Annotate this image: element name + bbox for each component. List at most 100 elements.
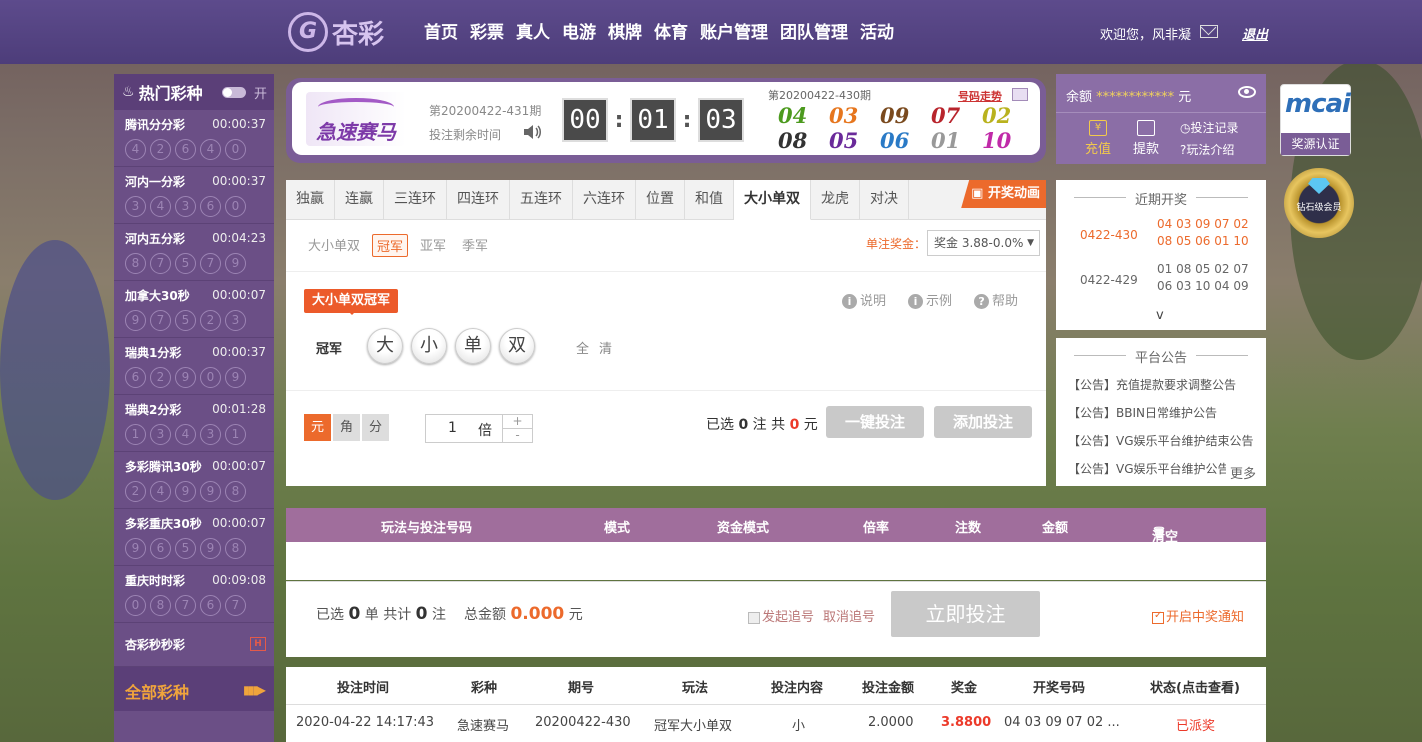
quick-bet-button[interactable]: 一键投注 xyxy=(826,406,924,438)
bet-record-link[interactable]: ◷投注记录 xyxy=(1180,119,1239,136)
divider xyxy=(286,390,1046,391)
sidebar-item-xingcai-second[interactable]: 杏彩秒秒彩 H xyxy=(114,623,274,667)
draw-animation-button[interactable]: ▣ 开奖动画 xyxy=(961,180,1046,208)
cell-status[interactable]: 已派奖 xyxy=(1176,715,1215,734)
sidebar-lottery-item[interactable]: 河内五分彩 00:04:23 8 7 5 7 9 xyxy=(114,224,274,281)
ball-small[interactable]: 小 xyxy=(411,328,447,364)
plus-button[interactable]: + xyxy=(503,415,532,429)
col-play: 玩法与投注号码 xyxy=(381,521,473,536)
unit-fen[interactable]: 分 xyxy=(362,414,389,441)
help-explain[interactable]: i 说明 xyxy=(842,290,886,309)
sidebar-lottery-item[interactable]: 瑞典1分彩 00:00:37 6 2 9 0 9 xyxy=(114,338,274,395)
unit-jiao[interactable]: 角 xyxy=(333,414,360,441)
nav-slots[interactable]: 电游 xyxy=(558,18,604,43)
notice-item[interactable]: 【公告】VG娱乐平台维护公告 xyxy=(1068,460,1230,477)
nav-sports[interactable]: 体育 xyxy=(650,18,696,43)
sidebar-lottery-item[interactable]: 腾讯分分彩 00:00:37 4 2 6 4 0 xyxy=(114,110,274,167)
minus-button[interactable]: - xyxy=(503,429,532,442)
notice-panel: 平台公告 【公告】充值提款要求调整公告 【公告】BBIN日常维护公告 【公告】V… xyxy=(1056,338,1266,486)
charge-button[interactable]: ¥ 充值 xyxy=(1078,120,1118,157)
nav-live[interactable]: 真人 xyxy=(512,18,558,43)
result-ball: 4 xyxy=(175,424,196,445)
tab-play[interactable]: 对决 xyxy=(860,180,909,220)
tab-play[interactable]: 独赢 xyxy=(286,180,335,220)
recent-period: 0422-429 xyxy=(1080,273,1138,287)
trend-link[interactable]: 号码走势 xyxy=(958,88,1002,104)
draw-number: 01 xyxy=(931,128,961,153)
multiplier-stepper[interactable]: 1 倍 + - xyxy=(425,414,533,443)
sidebar-lottery-item[interactable]: 加拿大30秒 00:00:07 9 7 5 2 3 xyxy=(114,281,274,338)
tab-play[interactable]: 连赢 xyxy=(335,180,384,220)
balance-unit: 元 xyxy=(1178,90,1192,105)
question-icon: ? xyxy=(974,294,990,309)
play-intro-link[interactable]: ?玩法介绍 xyxy=(1180,141,1234,158)
certification-badge[interactable]: mcai 奖源认证 xyxy=(1280,84,1351,156)
tab-play[interactable]: 大小单双 xyxy=(734,180,811,220)
notify-checkbox[interactable]: 开启中奖通知 xyxy=(1152,606,1244,625)
tab-play[interactable]: 六连环 xyxy=(573,180,636,220)
tab-play[interactable]: 三连环 xyxy=(384,180,447,220)
sidebar-lottery-item[interactable]: 瑞典2分彩 00:01:28 1 3 4 3 1 xyxy=(114,395,274,452)
cancel-chase-link[interactable]: 取消追号 xyxy=(823,606,875,625)
help-example[interactable]: i 示例 xyxy=(908,290,952,309)
all-lotteries-button[interactable]: 全部彩种 ▮▮▮▶ xyxy=(114,667,274,711)
bet-now-button[interactable]: 立即投注 xyxy=(891,591,1040,637)
balance-label: 余额 xyxy=(1066,90,1093,105)
notice-item[interactable]: 【公告】充值提款要求调整公告 xyxy=(1068,376,1236,393)
subtab[interactable]: 大小单双 xyxy=(304,234,364,257)
withdraw-button[interactable]: 提款 xyxy=(1126,120,1166,157)
sidebar-lottery-item[interactable]: 多彩腾讯30秒 00:00:07 2 4 9 9 8 xyxy=(114,452,274,509)
unit-yuan[interactable]: 元 xyxy=(304,414,331,441)
subtab[interactable]: 季军 xyxy=(458,234,492,257)
nav-home[interactable]: 首页 xyxy=(420,18,466,43)
help-label: 示例 xyxy=(926,294,953,309)
help-help[interactable]: ? 帮助 xyxy=(974,290,1018,309)
subtab[interactable]: 冠军 xyxy=(372,234,409,257)
timer-minutes: 01 xyxy=(630,98,676,142)
tab-play[interactable]: 龙虎 xyxy=(811,180,860,220)
tab-play[interactable]: 五连环 xyxy=(510,180,573,220)
site-logo[interactable]: G 杏彩 xyxy=(288,12,398,52)
ball-even[interactable]: 双 xyxy=(499,328,535,364)
speaker-icon[interactable] xyxy=(522,122,544,142)
result-ball: 3 xyxy=(225,310,246,331)
recent-period: 0422-430 xyxy=(1080,228,1138,242)
sidebar-lottery-item[interactable]: 重庆时时彩 00:09:08 0 8 7 6 7 xyxy=(114,566,274,623)
sidebar-lottery-item[interactable]: 河内一分彩 00:00:37 3 4 3 6 0 xyxy=(114,167,274,224)
nav-account[interactable]: 账户管理 xyxy=(696,18,776,43)
nav-events[interactable]: 活动 xyxy=(856,18,902,43)
hot-toggle[interactable] xyxy=(222,87,246,98)
prize-label: 单注奖金： xyxy=(866,237,927,251)
tab-play[interactable]: 位置 xyxy=(636,180,685,220)
col-lottery: 彩种 xyxy=(471,681,498,696)
ball-big[interactable]: 大 xyxy=(367,328,403,364)
logout-link[interactable]: 退出 xyxy=(1242,24,1268,43)
all-clear-buttons[interactable]: 全清 xyxy=(576,338,622,357)
col-rate: 倍率 xyxy=(863,521,890,536)
chase-checkbox[interactable]: 发起追号 xyxy=(748,606,814,625)
nav-team[interactable]: 团队管理 xyxy=(776,18,856,43)
lottery-countdown: 00:00:37 xyxy=(212,345,266,359)
result-ball: 9 xyxy=(225,367,246,388)
nav-cards[interactable]: 棋牌 xyxy=(604,18,650,43)
mail-icon[interactable] xyxy=(1200,25,1218,38)
result-ball: 6 xyxy=(125,367,146,388)
notice-item[interactable]: 【公告】BBIN日常维护公告 xyxy=(1068,404,1217,421)
prize-select[interactable]: 奖金 3.88-0.0% xyxy=(927,230,1040,256)
notice-item[interactable]: 【公告】VG娱乐平台维护结束公告 xyxy=(1068,432,1254,449)
result-ball: 8 xyxy=(225,481,246,502)
vip-label: 钻石级会员 xyxy=(1296,203,1342,213)
tab-play[interactable]: 和值 xyxy=(685,180,734,220)
add-bet-button[interactable]: 添加投注 xyxy=(934,406,1032,438)
chevron-down-icon[interactable]: v xyxy=(1156,308,1164,323)
chart-icon[interactable] xyxy=(1012,88,1028,101)
sidebar-lottery-item[interactable]: 多彩重庆30秒 00:00:07 9 6 5 9 8 xyxy=(114,509,274,566)
tab-play[interactable]: 四连环 xyxy=(447,180,510,220)
result-ball: 0 xyxy=(200,367,221,388)
eye-icon[interactable] xyxy=(1238,86,1256,98)
subtab[interactable]: 亚军 xyxy=(416,234,450,257)
more-link[interactable]: 更多 xyxy=(1225,463,1256,482)
nav-lottery[interactable]: 彩票 xyxy=(466,18,512,43)
multiplier-value[interactable]: 1 xyxy=(448,420,457,436)
ball-odd[interactable]: 单 xyxy=(455,328,491,364)
